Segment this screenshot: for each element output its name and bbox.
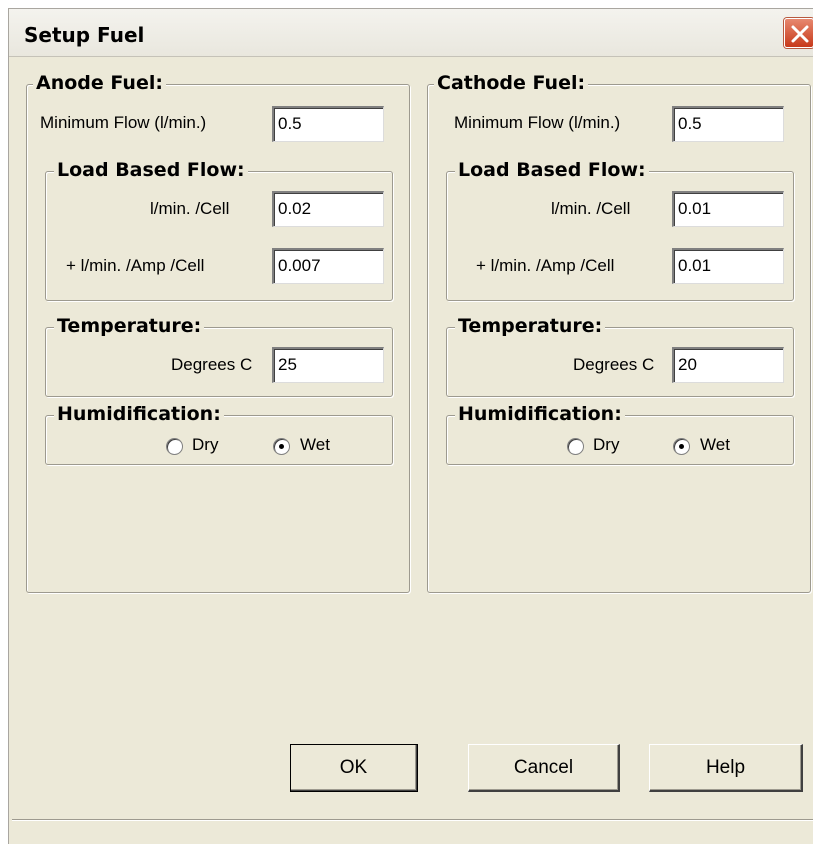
- anode-humidification-group: Humidification: Dry Wet: [45, 403, 393, 465]
- anode-per-amp-label: + l/min. /Amp /Cell: [66, 256, 205, 275]
- cathode-wet-radio[interactable]: [673, 438, 690, 455]
- cathode-min-flow-input[interactable]: 0.5: [672, 106, 784, 142]
- cathode-temperature-group: Temperature: Degrees C 20: [446, 315, 794, 397]
- anode-min-flow-label: Minimum Flow (l/min.): [40, 113, 207, 132]
- anode-fuel-group: Anode Fuel: Minimum Flow (l/min.) 0.5 Lo…: [26, 72, 410, 593]
- cathode-per-amp-input[interactable]: 0.01: [672, 248, 784, 284]
- ok-button[interactable]: OK: [290, 744, 418, 792]
- cathode-degrees-label: Degrees C: [573, 355, 655, 374]
- cancel-button[interactable]: Cancel: [468, 744, 620, 792]
- anode-temperature-title: Temperature:: [54, 315, 205, 337]
- anode-load-based-flow-title: Load Based Flow:: [54, 159, 248, 181]
- anode-dry-radio[interactable]: [166, 438, 183, 455]
- cathode-per-cell-input[interactable]: 0.01: [672, 191, 784, 227]
- cathode-humidification-title: Humidification:: [455, 403, 625, 425]
- close-icon: [791, 25, 809, 43]
- anode-per-cell-input[interactable]: 0.02: [272, 191, 384, 227]
- anode-humidification-title: Humidification:: [54, 403, 224, 425]
- cathode-dry-radio[interactable]: [567, 438, 584, 455]
- cathode-temperature-title: Temperature:: [455, 315, 606, 337]
- cathode-per-amp-label: + l/min. /Amp /Cell: [476, 256, 615, 275]
- anode-temperature-group: Temperature: Degrees C 25: [45, 315, 393, 397]
- window-title: Setup Fuel: [24, 23, 145, 47]
- anode-dry-label[interactable]: Dry: [192, 435, 218, 455]
- cathode-fuel-title: Cathode Fuel:: [434, 72, 589, 94]
- cathode-humidification-group: Humidification: Dry Wet: [446, 403, 794, 465]
- anode-fuel-title: Anode Fuel:: [33, 72, 166, 94]
- anode-wet-radio[interactable]: [273, 438, 290, 455]
- cathode-load-based-flow-title: Load Based Flow:: [455, 159, 649, 181]
- cathode-temperature-input[interactable]: 20: [672, 347, 784, 383]
- anode-load-based-flow-group: Load Based Flow: l/min. /Cell 0.02 + l/m…: [45, 159, 393, 301]
- cathode-load-based-flow-group: Load Based Flow: l/min. /Cell 0.01 + l/m…: [446, 159, 794, 301]
- title-bar[interactable]: Setup Fuel: [9, 9, 813, 57]
- cathode-wet-label[interactable]: Wet: [700, 435, 730, 455]
- anode-temperature-input[interactable]: 25: [272, 347, 384, 383]
- anode-degrees-label: Degrees C: [171, 355, 253, 374]
- cathode-min-flow-label: Minimum Flow (l/min.): [454, 113, 621, 132]
- cathode-dry-label[interactable]: Dry: [593, 435, 619, 455]
- anode-per-amp-input[interactable]: 0.007: [272, 248, 384, 284]
- setup-fuel-dialog: Setup Fuel Anode Fuel: Minimum Flow (l/m…: [8, 8, 813, 844]
- anode-min-flow-input[interactable]: 0.5: [272, 106, 384, 142]
- anode-wet-label[interactable]: Wet: [300, 435, 330, 455]
- help-button[interactable]: Help: [649, 744, 803, 792]
- anode-per-cell-label: l/min. /Cell: [150, 199, 230, 218]
- close-button[interactable]: [784, 18, 813, 48]
- cathode-per-cell-label: l/min. /Cell: [551, 199, 631, 218]
- status-bar: [12, 819, 813, 847]
- cathode-fuel-group: Cathode Fuel: Minimum Flow (l/min.) 0.5 …: [427, 72, 811, 593]
